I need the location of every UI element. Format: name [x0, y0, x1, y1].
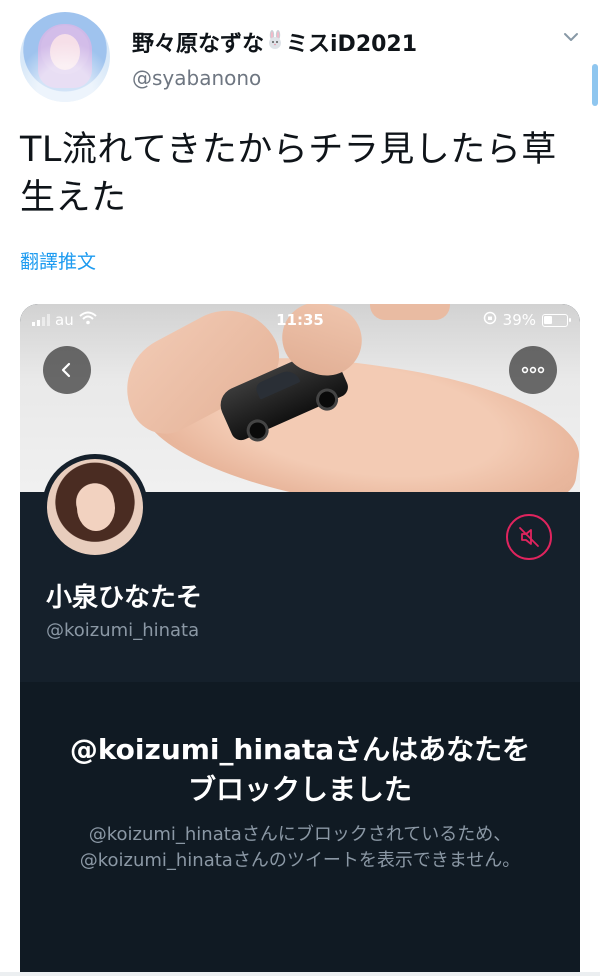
- blocked-title: @koizumi_hinataさんはあなたをブロックしました: [69, 733, 531, 806]
- author-name[interactable]: 野々原なずな ミスiD2021: [132, 26, 417, 58]
- scrollbar[interactable]: [592, 64, 598, 106]
- author-name-suffix: ミスiD2021: [286, 32, 418, 57]
- more-icon: [521, 366, 545, 374]
- author-handle[interactable]: @syabanono: [132, 66, 261, 90]
- muted-speaker-icon: [519, 527, 539, 547]
- tweet-text: TL流れてきたからチラ見したら草生えた: [20, 130, 557, 218]
- tweet: 野々原なずな ミスiD2021 @syabanono TL流れてきたからチラ見した…: [0, 0, 600, 976]
- phone-status-bar: au 11:35 39%: [20, 308, 580, 332]
- rotation-lock-icon: [483, 311, 497, 329]
- translate-link[interactable]: 翻譯推文: [20, 247, 96, 274]
- embedded-screenshot[interactable]: au 11:35 39% 小泉ひなたそ @koizumi_hinata @koi…: [20, 304, 580, 976]
- more-button[interactable]: [509, 346, 557, 394]
- divider: [0, 972, 600, 976]
- battery-group: 39%: [483, 311, 571, 329]
- unmute-button[interactable]: [506, 514, 552, 560]
- rabbit-emoji-icon: [264, 30, 286, 55]
- back-button[interactable]: [43, 346, 91, 394]
- back-arrow-icon: [61, 362, 71, 378]
- blocked-description: @koizumi_hinataさんにブロックされているため、@koizumi_h…: [79, 824, 521, 871]
- battery-percent: 39%: [502, 311, 536, 329]
- profile-handle: @koizumi_hinata: [46, 620, 200, 641]
- profile-avatar[interactable]: [42, 454, 148, 560]
- battery-icon: [542, 313, 571, 327]
- author-name-text: 野々原なずな: [132, 32, 265, 57]
- blocked-notice: @koizumi_hinataさんはあなたをブロックしました @koizumi_…: [20, 682, 580, 976]
- author-avatar[interactable]: [20, 12, 110, 102]
- chevron-down-icon[interactable]: [560, 26, 582, 48]
- profile-display-name: 小泉ひなたそ: [46, 583, 203, 613]
